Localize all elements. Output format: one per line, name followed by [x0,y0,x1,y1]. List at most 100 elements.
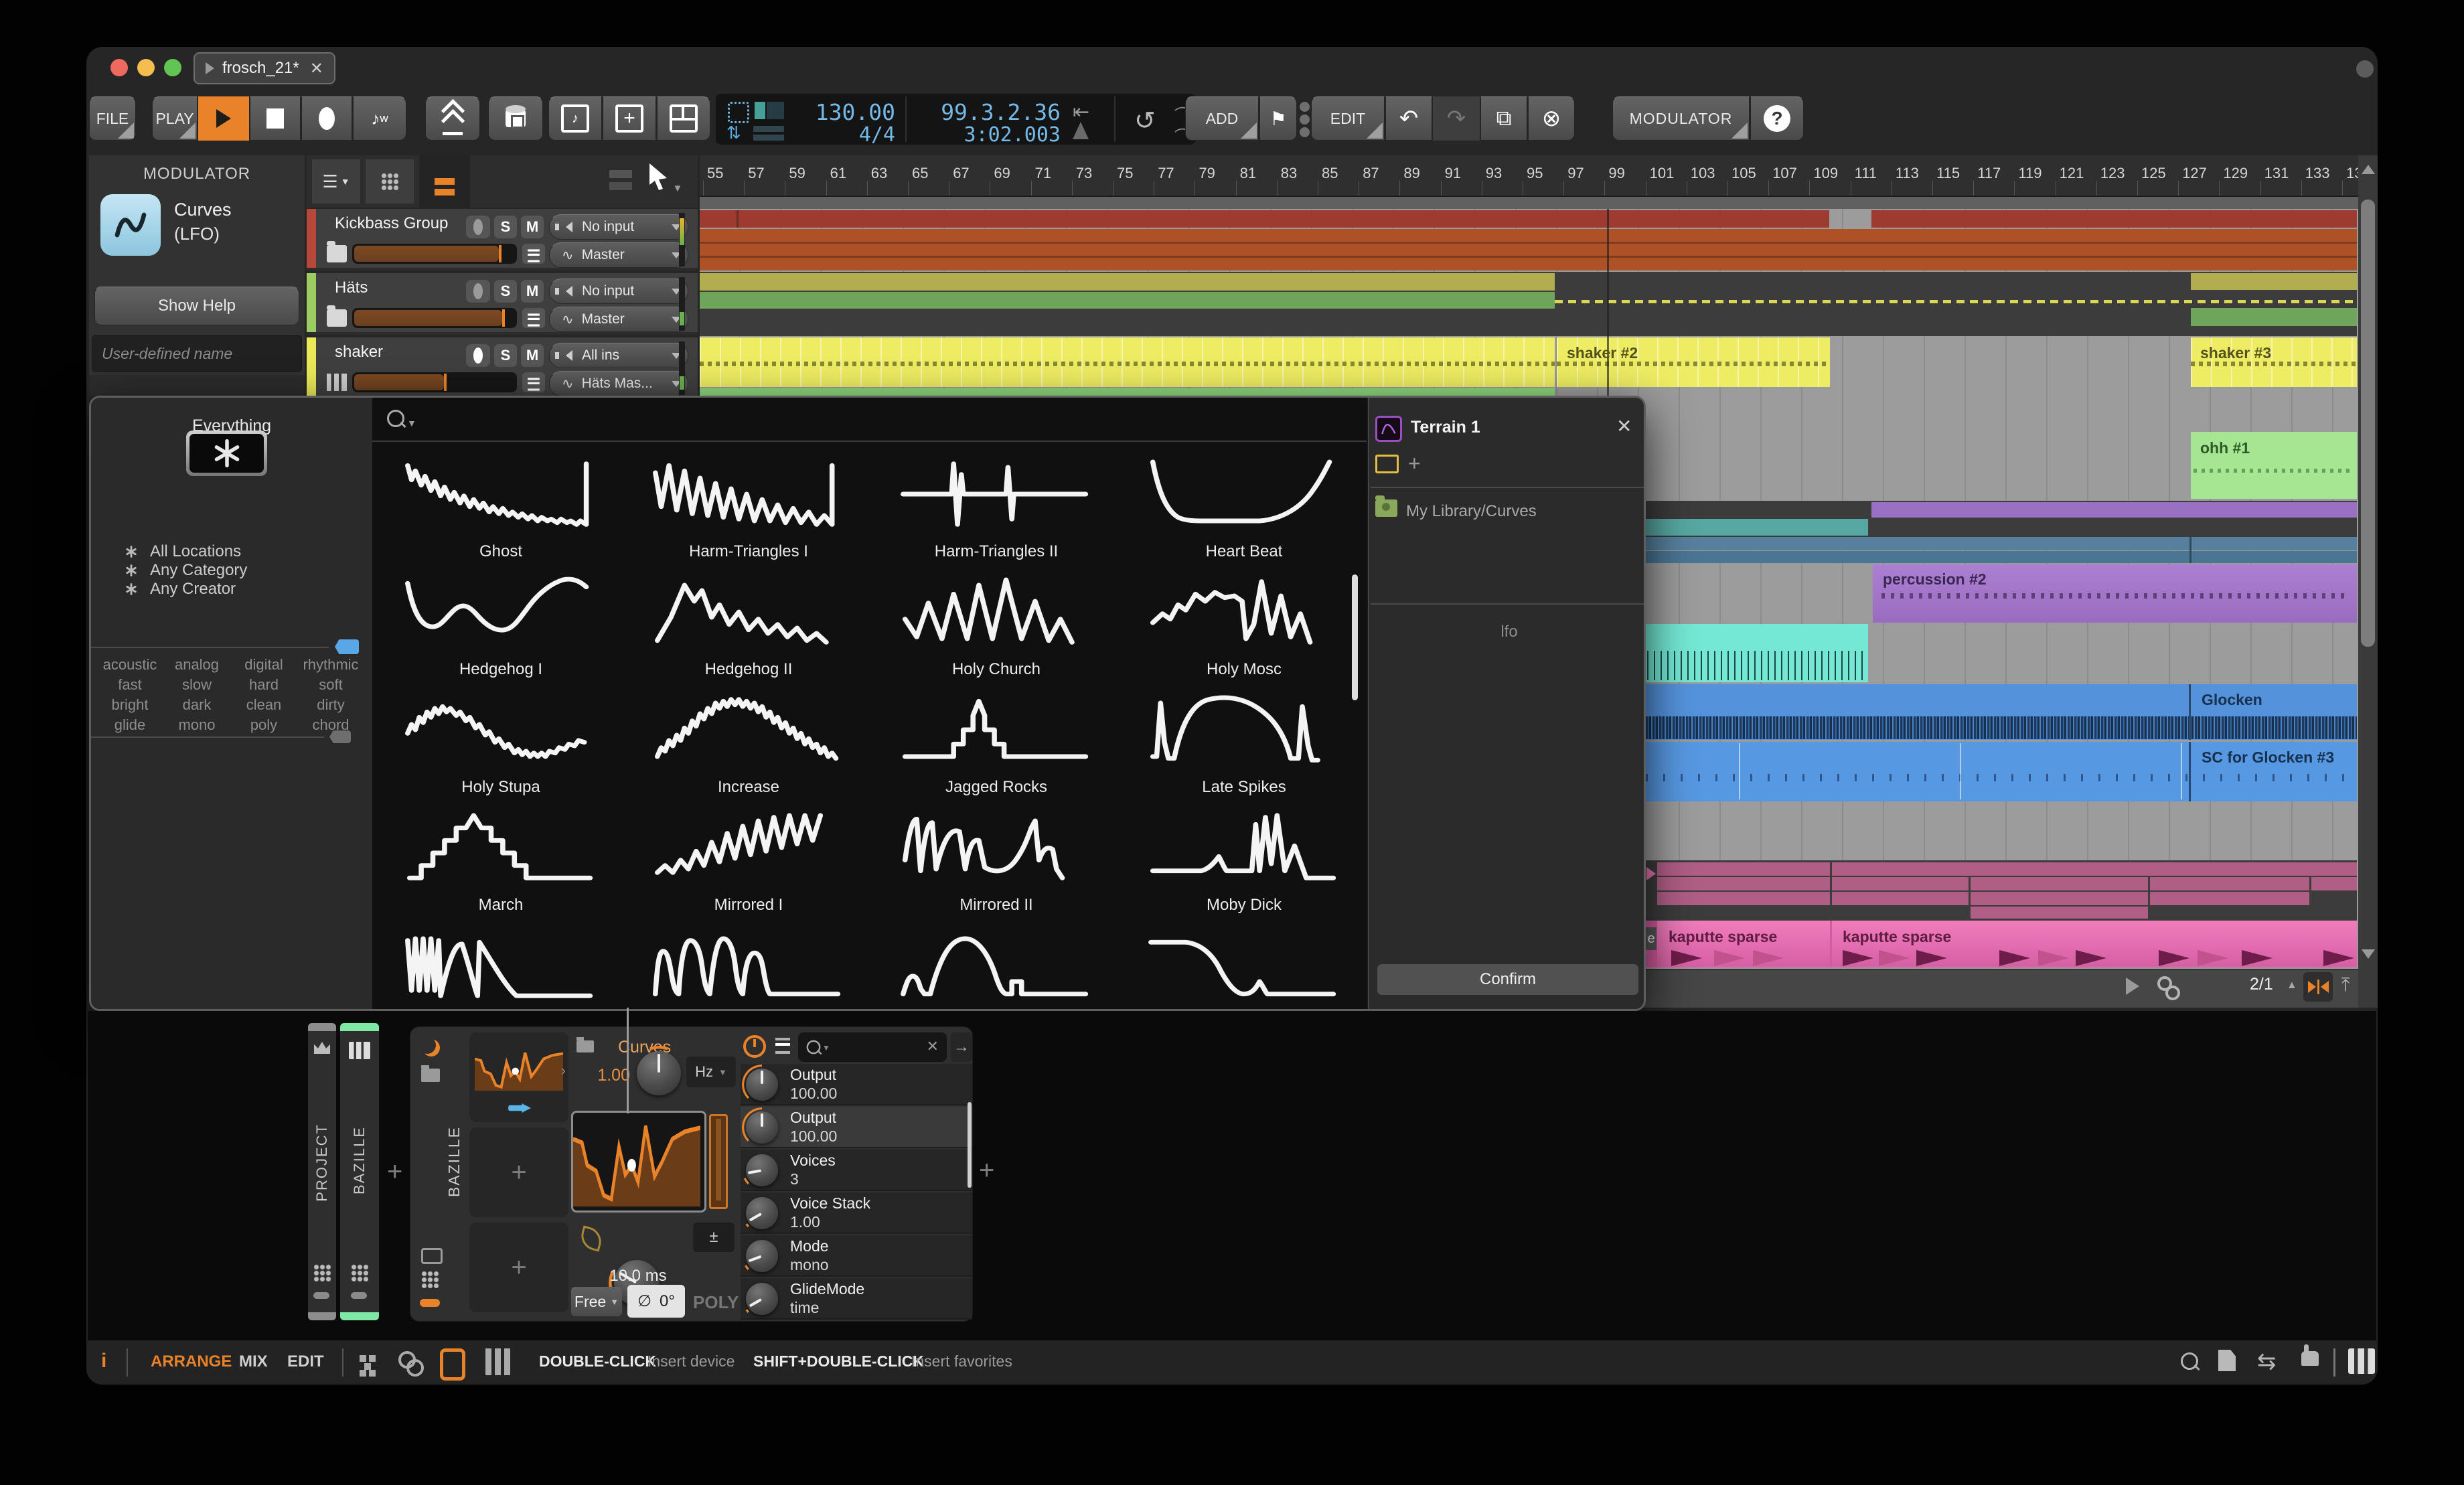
show-help-button[interactable]: Show Help [94,287,299,325]
clip-block[interactable] [1657,892,1830,905]
mapping-blue-icon[interactable] [508,1103,531,1113]
preset-item[interactable]: Harm-Triangles I [638,457,859,570]
pointer-tool-button[interactable]: ▼ [647,162,690,201]
volume-bar[interactable] [352,244,517,264]
fill-mode-button[interactable] [488,96,543,141]
record-button[interactable] [301,96,352,141]
view-mix[interactable]: MIX [239,1352,268,1371]
modulator-slot-3[interactable]: + [469,1223,568,1312]
cancel-button[interactable]: ⊗ [1528,96,1575,141]
rate-value[interactable]: 1.00 [571,1066,630,1085]
input-dropdown[interactable]: All ins [549,343,688,368]
clip-block[interactable] [1646,537,2357,550]
user-name-field[interactable]: User-defined name [92,335,302,372]
search-input[interactable] [429,404,1315,433]
tag-item[interactable]: acoustic [98,656,162,674]
tempo-display[interactable]: 130.00 [795,99,895,125]
stop-button[interactable] [250,96,301,141]
clip-block[interactable] [1832,892,1969,905]
preset-folder-icon[interactable] [576,1037,594,1052]
clip-block[interactable] [1832,862,2357,876]
clip-block[interactable] [1657,877,1830,890]
search-icon[interactable] [2181,1352,2198,1370]
filter-location-item[interactable]: All Locations [125,542,352,560]
filter-location-item[interactable]: Any Creator [125,580,352,598]
preset-item[interactable]: March [390,810,611,924]
clip-block[interactable] [1646,551,2357,563]
clip-block[interactable] [1971,877,2148,890]
playhead[interactable] [1607,209,1609,396]
punch-in-button[interactable]: + [603,96,656,141]
preset-item[interactable]: Hedgehog I [390,574,611,688]
volume-bar[interactable] [352,308,517,328]
output-dropdown[interactable]: ∿ Master [549,307,688,332]
param-knob[interactable] [742,1193,782,1233]
add-track-panel-icon[interactable]: + [387,1157,402,1187]
clip-block[interactable] [1971,892,2148,905]
link-icon[interactable] [2157,976,2181,1000]
scrollbar-thumb[interactable] [2361,200,2375,647]
record-arm-button[interactable] [466,344,490,367]
param-knob[interactable] [742,1065,782,1105]
minimize-window-button[interactable] [137,59,155,76]
piano-view-icon[interactable] [2348,1348,2375,1374]
modulator-slot-2[interactable]: + [469,1127,568,1217]
phase-field[interactable]: ∅ 0° [627,1285,685,1318]
output-dropdown[interactable]: ∿ Master [549,242,688,268]
project-tab[interactable]: frosch_21* ✕ [194,52,335,84]
param-row[interactable]: Voices 3 [741,1150,972,1191]
clip-block[interactable] [1871,502,2357,518]
filter-location-item[interactable]: Any Category [125,561,352,579]
track-header[interactable]: Kickbass Group S M No input ∿ Master [307,209,698,270]
output-dropdown[interactable]: ∿ Häts Mas... [549,371,688,396]
undo-button[interactable]: ↶ [1385,96,1432,141]
preset-item[interactable] [1134,928,1355,1009]
clip-block[interactable] [1646,519,1868,536]
tag-item[interactable]: digital [232,656,296,674]
preset-item[interactable]: Increase [638,692,859,806]
file-button[interactable]: FILE [89,96,136,141]
remote-rect-icon[interactable] [421,1248,443,1264]
zoom-up-icon[interactable]: ▲ [2287,980,2297,991]
record-arm-button[interactable] [466,280,490,303]
results-scrollbar-thumb[interactable] [1352,574,1358,700]
param-list-icon[interactable] [775,1038,790,1054]
add-device-icon[interactable]: + [979,1156,994,1186]
auto-zoom-button[interactable] [2303,972,2333,1002]
preset-item[interactable] [638,928,859,1009]
delay-value[interactable]: 10.0 ms [598,1267,678,1285]
add-marker-button[interactable]: ⚑ [1259,96,1297,141]
add-tag-icon[interactable]: + [1408,451,1421,476]
play-menu-button[interactable]: PLAY [152,96,198,141]
solo-button[interactable]: S [494,216,517,238]
tag-item[interactable]: rhythmic [299,656,363,674]
tag-item[interactable]: chord [299,716,363,734]
groove-bars-icon[interactable] [753,126,784,132]
frame-tool-icon[interactable] [440,1348,465,1381]
preset-item[interactable]: Moby Dick [1134,810,1355,924]
mod-routing-icon[interactable] [743,1035,766,1058]
view-edit[interactable]: EDIT [287,1352,324,1371]
tag-handle-icon[interactable] [335,639,359,654]
mapping-orange-icon[interactable] [420,1299,440,1307]
tag-item[interactable]: soft [299,676,363,694]
layers-icon[interactable] [609,170,632,178]
routing-menu-button[interactable] [522,308,545,328]
clip-block[interactable] [700,292,1555,309]
mixer-view-button[interactable] [366,159,414,204]
hand-icon[interactable] [2301,1344,2319,1366]
slot-expand-icon[interactable]: › [561,1062,566,1079]
redo-button[interactable]: ↷ [1433,96,1480,141]
volume-bar[interactable] [352,372,517,392]
record-arm-button[interactable] [466,216,490,238]
rate-unit-dropdown[interactable]: Hz ▼ [686,1057,736,1087]
rate-knob[interactable] [631,1046,686,1101]
preset-item[interactable]: Holy Mosc [1134,574,1355,688]
confirm-button[interactable]: Confirm [1377,964,1638,995]
punch-marker-icon[interactable]: ⇤ [1073,100,1089,124]
clip-block[interactable] [2311,877,2357,890]
preset-item[interactable]: Hedgehog II [638,574,859,688]
preset-item[interactable]: Ghost [390,457,611,570]
param-row[interactable]: Mode mono [741,1235,972,1277]
clip-block[interactable] [700,273,1555,291]
